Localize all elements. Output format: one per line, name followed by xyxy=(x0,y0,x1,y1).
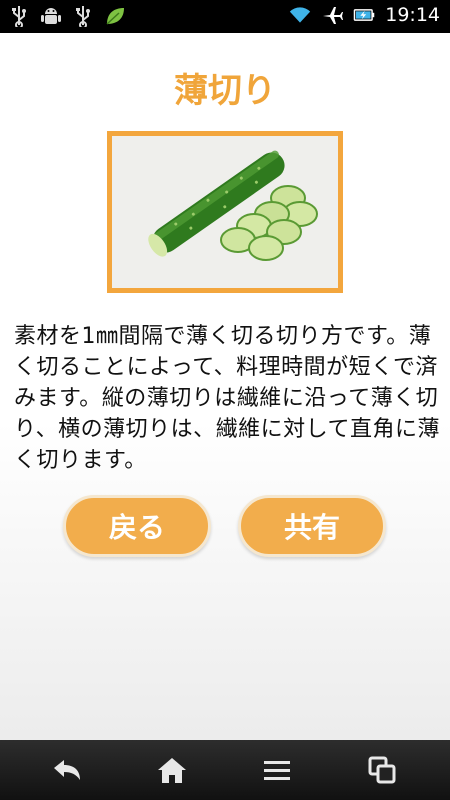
leaf-icon xyxy=(104,5,126,27)
usb-icon xyxy=(8,5,30,27)
main-content: 薄切り 素材を1㎜間隔で薄く切る切り方です。薄く切ることによって、料理時間が短く… xyxy=(0,33,450,740)
page-title: 薄切り xyxy=(174,71,276,111)
status-bar: 19:14 xyxy=(0,0,450,33)
navigation-bar xyxy=(0,740,450,800)
photo-frame xyxy=(107,131,343,293)
usb-icon xyxy=(72,5,94,27)
android-debug-icon xyxy=(40,5,62,27)
menu-icon[interactable] xyxy=(257,752,297,788)
description-text: 素材を1㎜間隔で薄く切る切り方です。薄く切ることによって、料理時間が短くで済みま… xyxy=(14,324,440,473)
system-status-icons: 19:14 xyxy=(289,4,440,26)
recent-apps-icon[interactable] xyxy=(362,752,402,788)
share-button[interactable]: 共有 xyxy=(238,495,386,557)
wifi-icon xyxy=(289,4,311,26)
clock: 19:14 xyxy=(385,4,440,26)
battery-charging-icon xyxy=(353,4,375,26)
back-button[interactable]: 戻る xyxy=(63,495,211,557)
notification-icons xyxy=(8,5,126,27)
sliced-cucumber-photo xyxy=(112,136,338,288)
airplane-icon xyxy=(321,4,344,26)
back-icon[interactable] xyxy=(47,752,87,788)
home-icon[interactable] xyxy=(152,752,192,788)
